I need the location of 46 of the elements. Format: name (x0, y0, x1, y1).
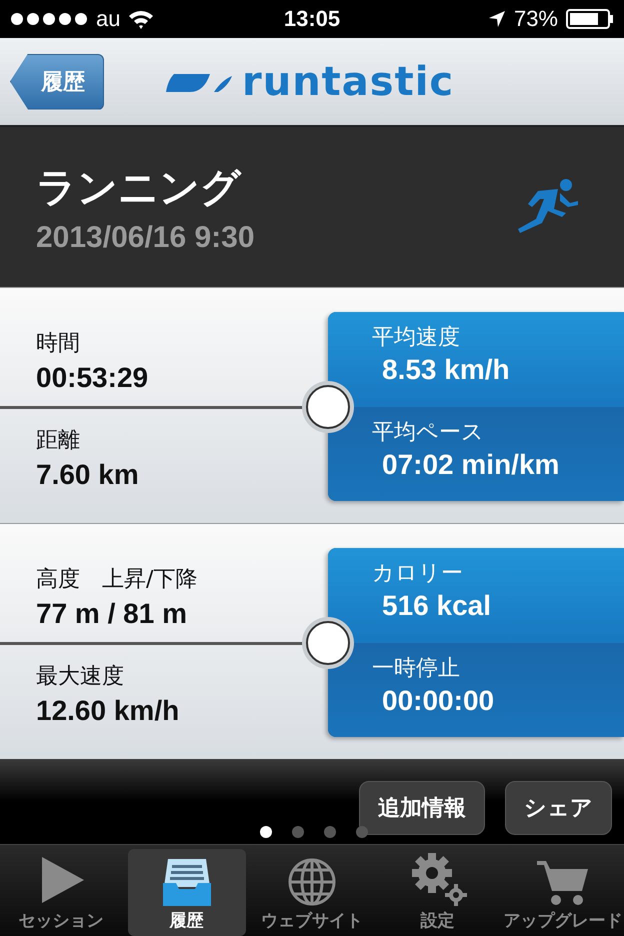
tab-item[interactable]: セッション (2, 849, 120, 936)
back-button[interactable]: 履歴 (10, 54, 104, 110)
tab-label: アップグレード (504, 910, 622, 932)
stat-label: 平均速度 (372, 324, 461, 352)
tab-label: セッション (18, 910, 104, 932)
tab-label: 設定 (420, 910, 454, 932)
tab-label: ウェブサイト (261, 910, 363, 932)
cart-icon (536, 859, 590, 907)
stat-label: 最大速度 (36, 663, 125, 691)
battery-icon (566, 9, 614, 29)
carrier-name: au (96, 6, 120, 32)
page-dot[interactable] (292, 826, 304, 838)
page-dot[interactable] (356, 826, 368, 838)
wifi-icon (128, 9, 154, 29)
stat-label: 高度 上昇/下降 (36, 566, 198, 594)
action-button[interactable]: 追加情報 (359, 781, 485, 835)
stat-label: カロリー (372, 560, 464, 588)
page-dot[interactable] (324, 826, 336, 838)
stat-value: 00:53:29 (36, 362, 150, 394)
tab-item[interactable]: ウェブサイト (253, 849, 371, 936)
globe-icon (287, 857, 337, 907)
stat-label: 時間 (36, 330, 81, 358)
tab-item[interactable]: アップグレード (504, 849, 622, 936)
stat-value: 12.60 km/h (36, 695, 180, 727)
tab-item[interactable]: 履歴 (128, 849, 246, 936)
action-button[interactable]: シェア (505, 781, 612, 835)
activity-datetime: 2013/06/16 9:30 (36, 220, 255, 254)
page-dot[interactable] (260, 826, 272, 838)
stat-value: 77 m / 81 m (36, 598, 188, 630)
signal-icon (10, 12, 88, 26)
activity-title: ランニング (36, 164, 242, 212)
stat-label: 距離 (36, 427, 81, 455)
battery-percent: 73% (514, 6, 558, 32)
stat-value: 516 kcal (381, 590, 492, 622)
stat-value: 8.53 km/h (381, 354, 511, 386)
stat-value: 7.60 km (36, 459, 140, 491)
stat-label: 平均ペース (372, 418, 485, 446)
stat-value: 07:02 min/km (381, 448, 560, 480)
stat-label: 一時停止 (372, 654, 461, 682)
tray-icon (162, 857, 212, 907)
tab-item[interactable]: 設定 (378, 849, 496, 936)
location-arrow-icon (488, 10, 506, 28)
clock-time: 13:05 (284, 6, 340, 32)
app-logo: runtastic (242, 58, 454, 104)
stat-value: 00:00:00 (381, 684, 496, 716)
tab-label: 履歴 (170, 910, 204, 932)
